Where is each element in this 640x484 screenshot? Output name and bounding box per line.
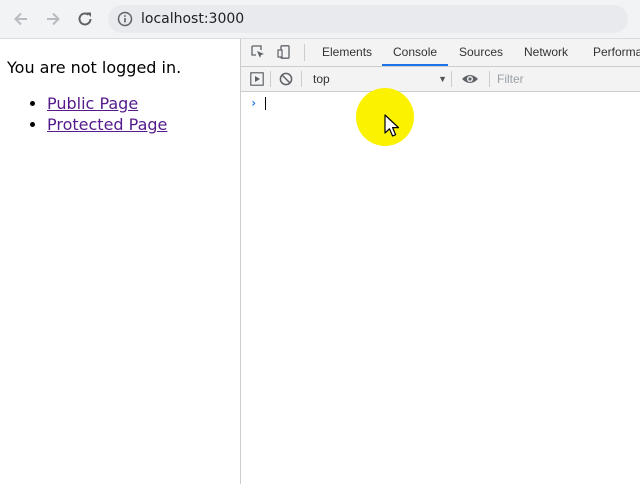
- console-output[interactable]: ›: [241, 92, 640, 484]
- tab-sources[interactable]: Sources: [459, 39, 503, 66]
- devtools-tab-bar: Elements Console Sources Network Perform…: [241, 39, 640, 67]
- back-arrow-icon: [14, 12, 27, 26]
- url-text[interactable]: localhost:3000: [141, 11, 244, 27]
- tab-performance[interactable]: Performa: [593, 39, 640, 66]
- forward-button[interactable]: [43, 9, 63, 29]
- tab-network[interactable]: Network: [524, 39, 568, 66]
- text-caret: [265, 97, 266, 110]
- console-toolbar: top ▼: [241, 67, 640, 92]
- forward-arrow-icon: [47, 12, 60, 26]
- nav-link-list: Public Page Protected Page: [7, 93, 167, 135]
- info-icon[interactable]: [117, 11, 133, 27]
- list-item: Protected Page: [47, 114, 167, 135]
- console-prompt-icon: ›: [250, 96, 258, 110]
- devtools-panel: Elements Console Sources Network Perform…: [240, 39, 640, 484]
- toolbar-divider: [451, 71, 452, 87]
- device-toolbar-icon[interactable]: [277, 45, 291, 59]
- browser-toolbar: localhost:3000: [0, 0, 640, 39]
- inspect-element-icon[interactable]: [251, 45, 265, 59]
- sidebar-toggle-icon[interactable]: [250, 72, 264, 86]
- back-button[interactable]: [11, 9, 31, 29]
- page-content: You are not logged in. Public Page Prote…: [0, 39, 240, 484]
- tab-elements[interactable]: Elements: [322, 39, 372, 66]
- console-filter-input[interactable]: [493, 70, 640, 88]
- mouse-cursor-icon: [384, 114, 400, 137]
- dropdown-arrow-icon: ▼: [438, 74, 447, 84]
- tab-console[interactable]: Console: [382, 39, 449, 66]
- public-page-link[interactable]: Public Page: [47, 94, 138, 113]
- context-selector[interactable]: top ▼: [305, 67, 447, 91]
- toolbar-divider: [270, 71, 271, 87]
- toolbar-divider: [301, 71, 302, 87]
- context-selector-label: top: [313, 72, 330, 86]
- address-bar[interactable]: localhost:3000: [108, 5, 628, 33]
- list-item: Public Page: [47, 93, 167, 114]
- protected-page-link[interactable]: Protected Page: [47, 115, 167, 134]
- eye-icon[interactable]: [461, 72, 479, 86]
- login-status-text: You are not logged in.: [7, 58, 182, 77]
- reload-icon: [78, 12, 92, 26]
- toolbar-divider: [304, 44, 305, 61]
- toolbar-divider: [489, 71, 490, 87]
- clear-console-icon[interactable]: [279, 72, 293, 86]
- reload-button[interactable]: [75, 9, 95, 29]
